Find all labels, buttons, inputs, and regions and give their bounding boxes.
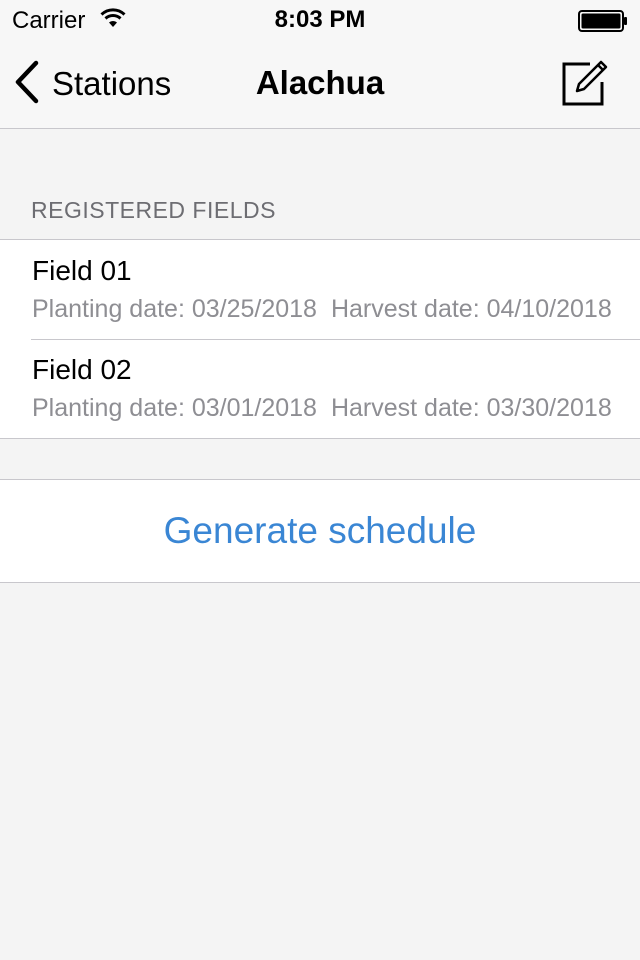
navigation-bar: Stations Alachua xyxy=(0,40,640,129)
section-header-registered-fields: REGISTERED FIELDS xyxy=(31,197,276,223)
harvest-date: Harvest date: 03/30/2018 xyxy=(330,394,612,422)
field-row[interactable]: Field 02 Planting date: 03/01/2018 Harves… xyxy=(0,339,640,438)
field-dates: Planting date: 03/01/2018 Harvest date: 0… xyxy=(32,394,612,423)
field-dates: Planting date: 03/25/2018 Harvest date: 0… xyxy=(32,295,612,324)
clock-time: 8:03 PM xyxy=(274,6,366,33)
status-bar: Carrier 8:03 PM xyxy=(0,0,640,40)
field-name: Field 02 xyxy=(32,354,132,385)
harvest-date: Harvest date: 04/10/2018 xyxy=(330,295,612,323)
compose-icon xyxy=(560,60,610,112)
generate-schedule-label: Generate schedule xyxy=(163,510,477,551)
fields-list: Field 01 Planting date: 03/25/2018 Harves… xyxy=(0,239,640,439)
planting-date: Planting date: 03/01/2018 xyxy=(32,394,317,422)
field-name: Field 01 xyxy=(32,255,132,286)
field-row[interactable]: Field 01 Planting date: 03/25/2018 Harves… xyxy=(0,240,640,339)
edit-button[interactable] xyxy=(560,58,610,113)
planting-date: Planting date: 03/25/2018 xyxy=(32,295,317,323)
battery-icon xyxy=(578,10,628,37)
generate-schedule-button[interactable]: Generate schedule xyxy=(0,479,640,583)
page-title: Alachua xyxy=(255,64,385,101)
